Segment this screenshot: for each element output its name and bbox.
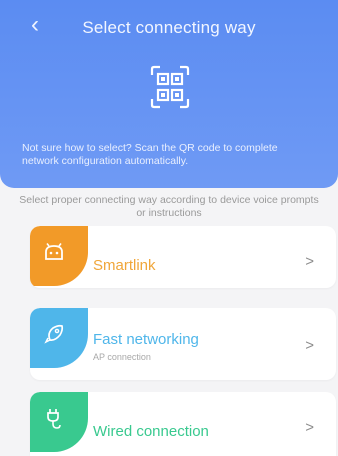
- chevron-right-icon: >: [305, 337, 314, 354]
- rocket-icon: [30, 308, 88, 368]
- plug-icon: [30, 392, 88, 452]
- option-title: Wired connection: [93, 423, 209, 440]
- option-title: Fast networking: [93, 331, 199, 348]
- header: ‹ Select connecting way Not sure how to …: [0, 0, 338, 188]
- chevron-right-icon: >: [305, 253, 314, 270]
- page-title: Select connecting way: [82, 18, 256, 37]
- robot-icon: [30, 226, 88, 286]
- instructions-text: Select proper connecting way according t…: [19, 194, 319, 219]
- option-title: Smartlink: [93, 257, 156, 274]
- scan-hint-text: Not sure how to select? Scan the QR code…: [22, 142, 278, 167]
- qr-code-icon[interactable]: [150, 65, 190, 109]
- option-wired-connection[interactable]: Wired connection >: [30, 392, 336, 456]
- chevron-right-icon: >: [305, 419, 314, 436]
- option-subtitle: AP connection: [93, 352, 151, 362]
- option-smartlink[interactable]: Smartlink >: [30, 226, 336, 288]
- option-fast-networking[interactable]: Fast networking AP connection >: [30, 308, 336, 380]
